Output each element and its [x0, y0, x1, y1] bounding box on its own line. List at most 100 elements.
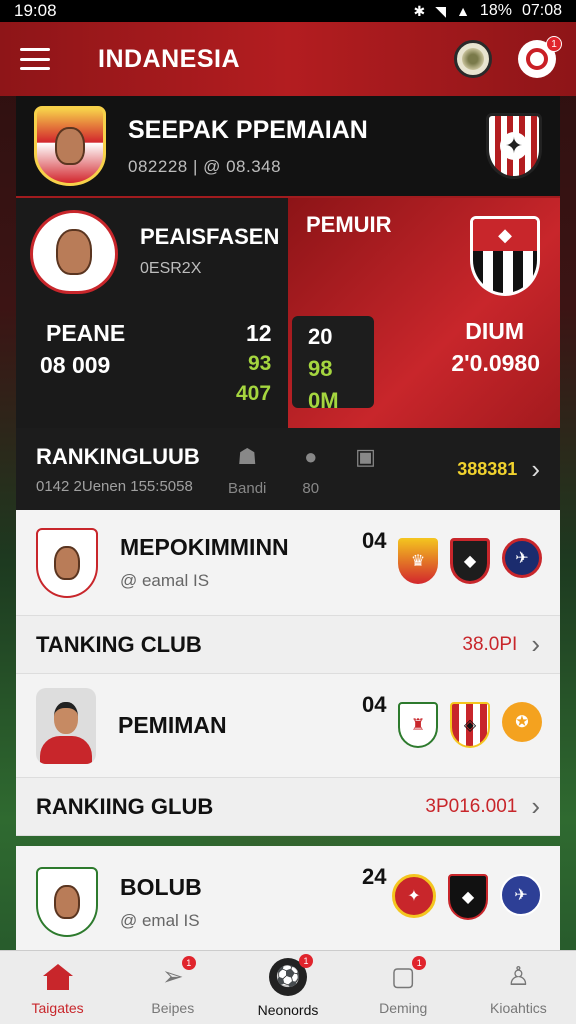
left-stat-3: 407 — [236, 382, 272, 405]
club-name: BOLUB — [120, 873, 202, 900]
navy-badge-icon: ✈ — [500, 874, 542, 916]
score-bottom: 0M — [308, 388, 339, 413]
club-number: 04 — [362, 692, 387, 717]
orange-badge-icon: ✪ — [502, 702, 542, 742]
player-crest-icon — [30, 210, 118, 294]
status-icons: ✱ ◥ ▲ 18% 07:08 — [414, 2, 562, 20]
nav-label: Kioahtics — [490, 999, 547, 1016]
striped-shield-icon: ◆ — [470, 216, 540, 296]
club-card-bottom: BOLUB @ emal IS 24 ✦ ◆ ✈ — [16, 846, 560, 958]
crest-icon: ▣ — [355, 444, 376, 469]
nav-label: Taigates — [31, 999, 84, 1016]
ranking-club-row-dark[interactable]: RANKINGLUUB 0142 2Uenen 155:5058 ☗ Bandi … — [16, 428, 560, 510]
nav-badge: 1 — [412, 955, 427, 970]
hero-title: SEEPAK PPEMAIAN — [128, 115, 368, 144]
nav-label: Neonords — [257, 1001, 319, 1018]
team-crest-icon — [34, 106, 106, 186]
nav-label: Beipes — [151, 999, 195, 1016]
app-title: INDANESIA — [98, 44, 241, 73]
status-time-right: 07:08 — [521, 2, 562, 19]
clubs-card: MEPOKIMMINN @ eamal IS 04 ♛ ◆ ✈ TANKING … — [16, 510, 560, 836]
hero-subtitle: 082228 | @ 08.348 — [128, 156, 282, 176]
club-badges: ♜ ◈ ✪ — [398, 702, 542, 748]
striped-badge-icon: ◈ — [450, 702, 490, 748]
club-row[interactable]: MEPOKIMMINN @ eamal IS 04 ♛ ◆ ✈ — [16, 510, 560, 616]
club-row[interactable]: BOLUB @ emal IS 24 ✦ ◆ ✈ — [16, 846, 560, 958]
app-bar: INDANESIA 1 — [0, 22, 576, 96]
club-badges: ✦ ◆ ✈ — [392, 874, 542, 920]
ranking-title: RANKINGLUUB — [36, 443, 200, 469]
score-top: 20 — [308, 324, 333, 349]
mini-label-1: Bandi — [228, 480, 267, 497]
crown-badge-icon: ♛ — [398, 538, 438, 584]
hero-card[interactable]: SEEPAK PPEMAIAN 082228 | @ 08.348 ✦ — [16, 96, 560, 198]
club-number: 04 — [362, 528, 387, 553]
mini-label-2: 80 — [302, 480, 320, 497]
score-box: 20 98 0M — [292, 316, 374, 413]
bottom-navigation: Taigates ➢ 1 Beipes ⚽ 1 Neonords ▢ 1 Deming… — [0, 950, 576, 1024]
ranking-row-title: TANKING CLUB — [36, 631, 202, 657]
chevron-right-icon: › — [531, 629, 540, 659]
green-crest-icon: ♜ — [398, 702, 438, 748]
right-team-code: 2'0.0980 — [451, 350, 540, 376]
status-bar: 19:08 ✱ ◥ ▲ 18% 07:08 — [0, 0, 576, 22]
club-email: @ emal IS — [120, 910, 200, 930]
nav-badge: 1 — [181, 955, 196, 970]
club-number: 24 — [362, 864, 387, 889]
match-left-panel: PEAISFASEN 0ESR2X PEANE 08 009 12 93 407 — [16, 198, 288, 428]
round-red-badge-icon: ✦ — [392, 874, 436, 918]
player-subtitle: 0ESR2X — [140, 260, 202, 277]
nav-messages[interactable]: ➢ 1 Beipes — [115, 951, 230, 1024]
score-mid: 98 — [308, 356, 333, 381]
home-icon — [41, 960, 75, 994]
blue-badge-icon: ✈ — [502, 538, 542, 578]
black-badge-icon: ◆ — [448, 874, 488, 920]
match-card[interactable]: PEAISFASEN 0ESR2X PEANE 08 009 12 93 407… — [16, 198, 560, 428]
ranking-mini-icons: ☗ Bandi ● 80 ▣ — [228, 444, 376, 497]
chevron-right-icon: › — [531, 453, 540, 484]
ranking-club-row[interactable]: TANKING CLUB 38.0PI › — [16, 616, 560, 674]
football-icon[interactable] — [454, 40, 492, 78]
player-avatar — [36, 687, 96, 764]
nav-documents[interactable]: ▢ 1 Deming — [346, 951, 461, 1024]
club-crest-icon — [36, 867, 98, 937]
football-icon: ⚽ 1 — [269, 953, 313, 996]
nav-badge: 1 — [299, 953, 313, 968]
club-name: MEPOKIMMINN — [120, 534, 289, 560]
bluetooth-icon: ✱ — [413, 2, 426, 19]
ranking-value: 388381 — [457, 458, 518, 479]
notification-icon — [526, 48, 548, 70]
app-actions: 1 — [454, 36, 562, 78]
ranking-row-title: RANKIING GLUB — [36, 793, 214, 819]
nav-home[interactable]: Taigates — [0, 951, 115, 1024]
left-stat-1: 12 — [246, 320, 272, 346]
ranking-row-value: 38.0PI — [462, 633, 518, 655]
club-email: @ eamal IS — [120, 571, 210, 590]
left-team-code: 08 009 — [40, 352, 111, 378]
right-team-name: DIUM — [465, 318, 524, 344]
notification-badge: 1 — [546, 36, 562, 52]
red-badge-icon: ◆ — [450, 538, 490, 584]
nav-network[interactable]: ⚽ 1 Neonords — [230, 951, 345, 1024]
signal-icon: ▲ — [456, 3, 470, 19]
eagle-crest-icon: ✦ — [486, 113, 542, 179]
chevron-right-icon: › — [531, 791, 540, 821]
user-icon: ♙ — [506, 961, 531, 991]
menu-icon[interactable] — [20, 48, 50, 70]
match-right-panel: PEMUIR 20 98 0M ◆ DIUM 2'0.0980 — [288, 198, 560, 428]
bowl-icon: ☗ — [237, 444, 258, 469]
wifi-icon: ◥ — [435, 2, 447, 19]
club-row[interactable]: PEMIMAN 04 ♜ ◈ ✪ — [16, 674, 560, 778]
document-icon: ▢ 1 — [386, 955, 427, 994]
club-name: PEMIMAN — [118, 712, 227, 738]
ranking-row-value: 3P016.001 — [425, 795, 518, 817]
nav-profile[interactable]: ♙ Kioahtics — [461, 951, 576, 1024]
main-content: SEEPAK PPEMAIAN 082228 | @ 08.348 ✦ PEAI… — [16, 96, 560, 958]
battery-level: 18% — [479, 2, 512, 19]
club-badges: ♛ ◆ ✈ — [398, 538, 542, 584]
ranking-club-row[interactable]: RANKIING GLUB 3P016.001 › — [16, 778, 560, 836]
player-name: PEAISFASEN — [140, 224, 280, 249]
nav-label: Deming — [379, 999, 428, 1016]
notification-button[interactable]: 1 — [518, 36, 562, 78]
paper-plane-icon: ➢ 1 — [156, 955, 196, 994]
